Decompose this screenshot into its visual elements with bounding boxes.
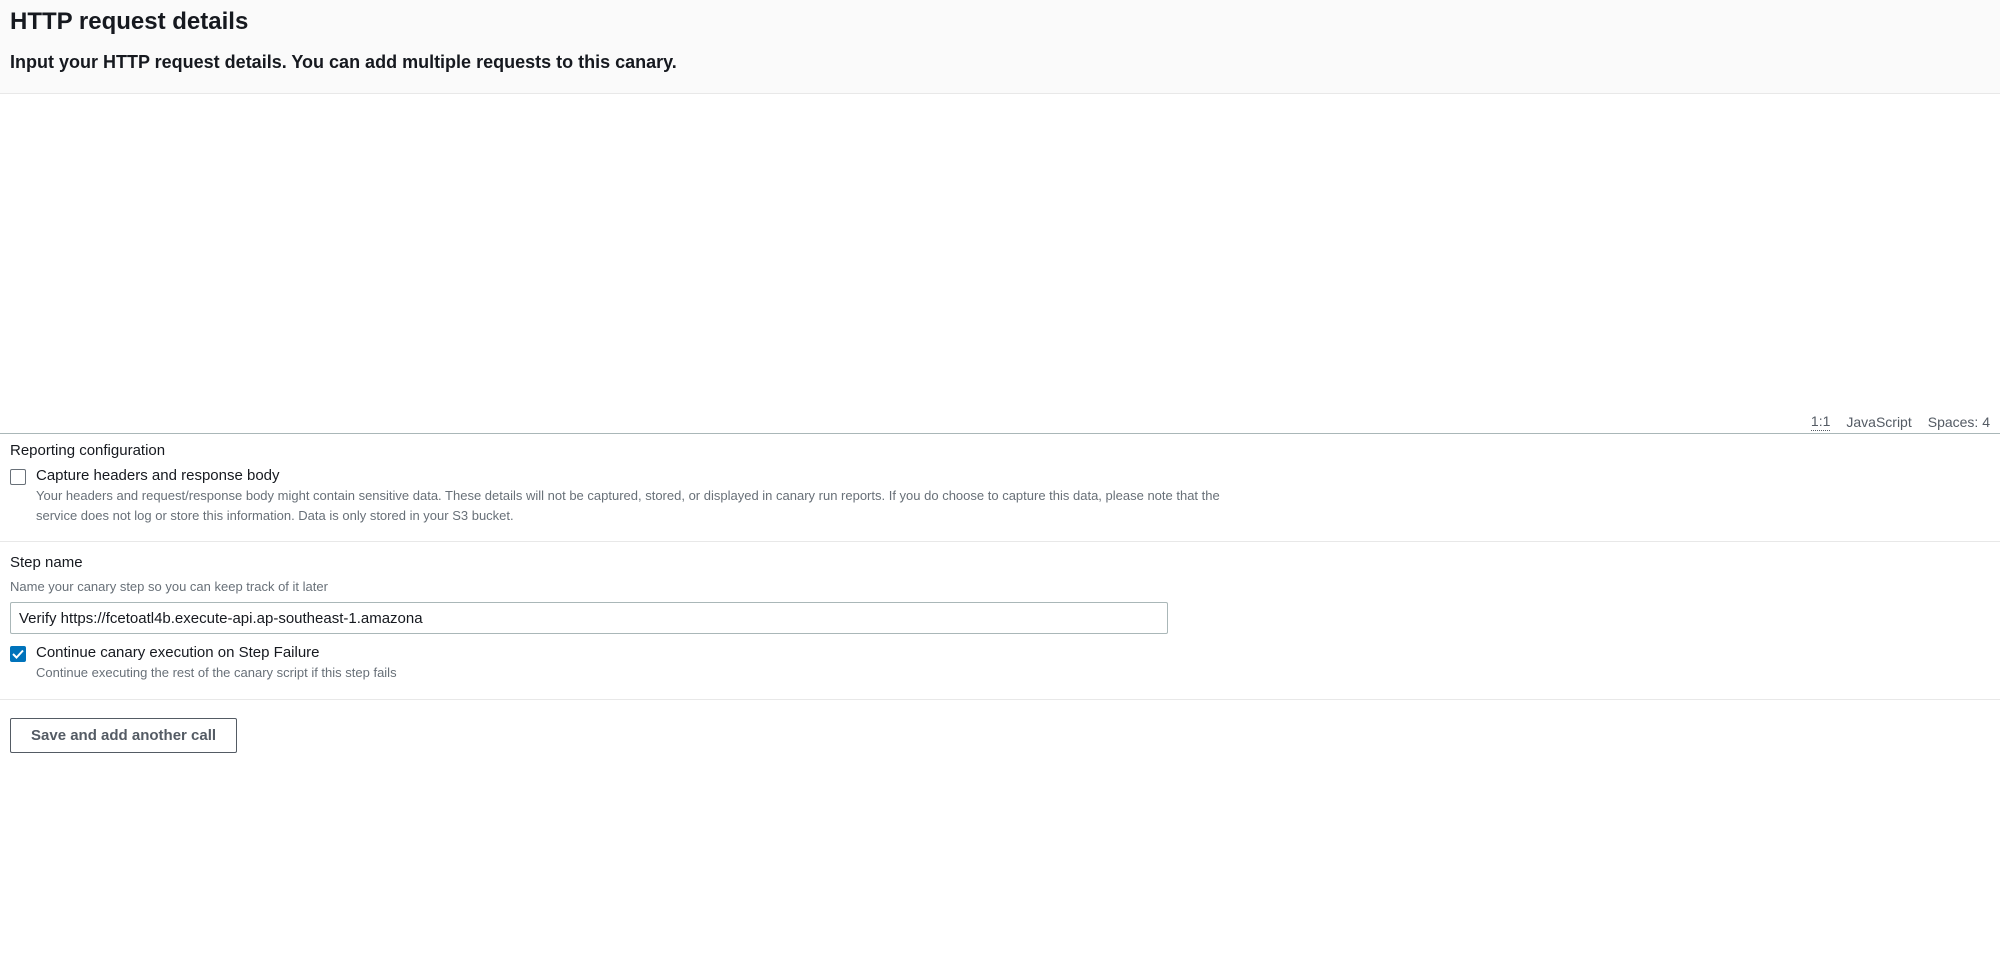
page-title: HTTP request details — [10, 8, 1990, 36]
code-editor[interactable]: 1:1 JavaScript Spaces: 4 — [0, 94, 2000, 434]
check-icon — [12, 648, 24, 660]
reporting-label: Reporting configuration — [10, 442, 1990, 459]
editor-language[interactable]: JavaScript — [1846, 414, 1911, 430]
step-name-helper: Name your canary step so you can keep tr… — [10, 579, 1990, 594]
capture-checkbox[interactable] — [10, 469, 26, 485]
capture-checkbox-row: Capture headers and response body Your h… — [10, 467, 1990, 525]
editor-status-bar: 1:1 JavaScript Spaces: 4 — [1811, 413, 1990, 431]
save-add-another-button[interactable]: Save and add another call — [10, 718, 237, 753]
step-name-label: Step name — [10, 554, 1990, 571]
page-subtitle: Input your HTTP request details. You can… — [10, 52, 1990, 73]
capture-label: Capture headers and response body — [36, 467, 1236, 484]
continue-checkbox-row: Continue canary execution on Step Failur… — [10, 644, 1990, 683]
continue-label: Continue canary execution on Step Failur… — [36, 644, 397, 661]
step-name-section: Step name Name your canary step so you c… — [0, 542, 2000, 700]
button-row: Save and add another call — [0, 700, 2000, 771]
continue-checkbox[interactable] — [10, 646, 26, 662]
header-section: HTTP request details Input your HTTP req… — [0, 0, 2000, 94]
editor-spaces[interactable]: Spaces: 4 — [1928, 414, 1990, 430]
capture-description: Your headers and request/response body m… — [36, 486, 1236, 525]
cursor-position[interactable]: 1:1 — [1811, 413, 1830, 431]
continue-description: Continue executing the rest of the canar… — [36, 663, 397, 683]
step-name-input[interactable] — [10, 602, 1168, 634]
reporting-section: Reporting configuration Capture headers … — [0, 434, 2000, 542]
